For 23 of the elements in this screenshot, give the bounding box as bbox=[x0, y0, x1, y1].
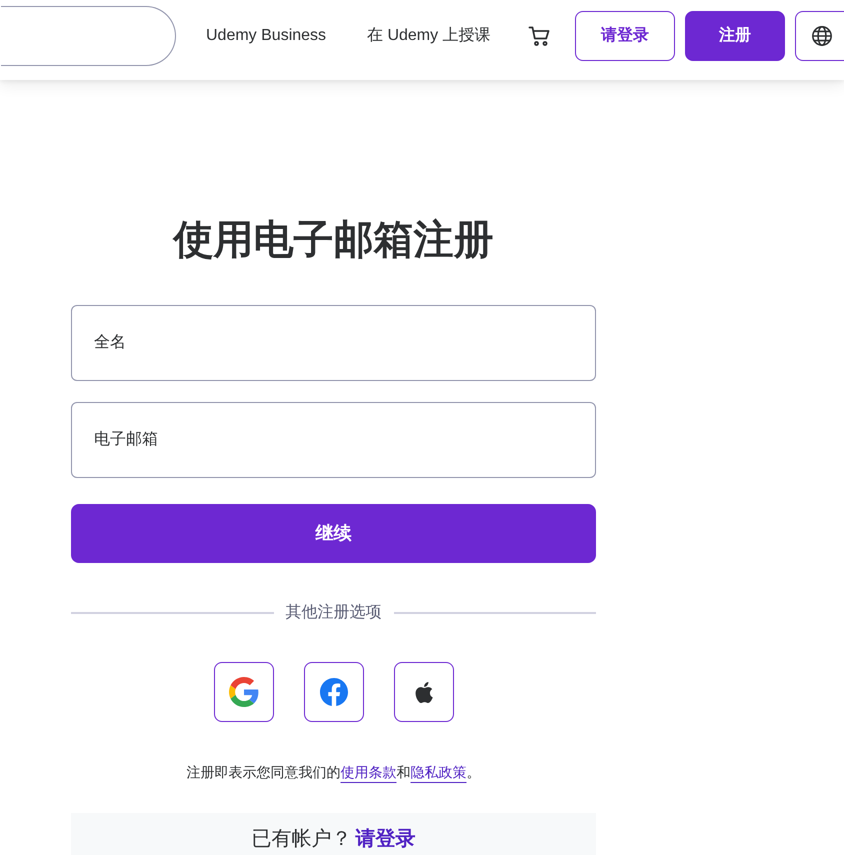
login-link[interactable]: 请登录 bbox=[356, 828, 416, 850]
nav-link[interactable]: 在 Udemy 上授课 bbox=[367, 24, 500, 48]
facebook-icon bbox=[320, 678, 348, 706]
social-login-button[interactable] bbox=[394, 662, 454, 722]
social-login-button[interactable] bbox=[304, 662, 364, 722]
login-button[interactable]: 请登录 bbox=[575, 11, 675, 61]
page-title: 使用电子邮箱注册 bbox=[172, 217, 494, 264]
nav-link[interactable]: Udemy Business bbox=[206, 24, 337, 48]
terms-link[interactable]: 隐私政策 bbox=[410, 764, 466, 780]
login-prompt: 已有帐户？ 请登录 bbox=[250, 827, 416, 851]
cart-icon[interactable] bbox=[528, 24, 552, 48]
apple-icon bbox=[414, 682, 432, 702]
continue-button[interactable]: 继续 bbox=[71, 504, 596, 563]
globe-icon bbox=[811, 25, 833, 47]
input-field[interactable]: 电子邮箱 bbox=[71, 402, 596, 478]
divider-label: 其他注册选项 bbox=[284, 602, 382, 623]
language-button[interactable] bbox=[795, 11, 844, 61]
input-field[interactable]: 全名 bbox=[71, 305, 596, 381]
signup-button[interactable]: 注册 bbox=[685, 11, 785, 61]
terms-link[interactable]: 使用条款 bbox=[340, 764, 396, 780]
social-login-button[interactable] bbox=[214, 662, 274, 722]
google-icon bbox=[228, 677, 258, 707]
terms-text: 注册即表示您同意我们的使用条款和隐私政策。 bbox=[186, 763, 482, 782]
